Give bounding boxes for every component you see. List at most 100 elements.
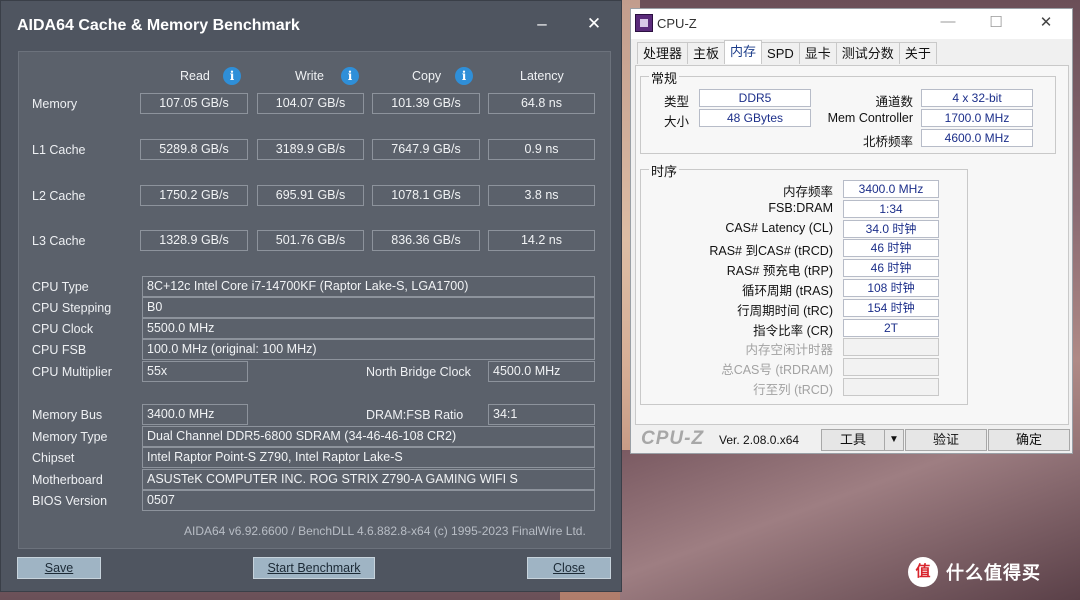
close-button[interactable]: Close — [527, 557, 611, 579]
aida64-window: AIDA64 Cache & Memory Benchmark – ✕ Read… — [0, 0, 622, 592]
close-icon[interactable]: ✕ — [583, 13, 605, 35]
window-title: AIDA64 Cache & Memory Benchmark — [17, 17, 300, 34]
motherboard-value: ASUSTeK COMPUTER INC. ROG STRIX Z790-A G… — [142, 469, 595, 490]
cpu-multiplier-value: 55x — [142, 361, 248, 382]
memory-read: 107.05 GB/s — [140, 93, 248, 114]
cpu-stepping-value: B0 — [142, 297, 595, 318]
type-value: DDR5 — [699, 89, 811, 107]
tab-cpu[interactable]: 处理器 — [637, 42, 689, 64]
memory-bus-label: Memory Bus — [32, 408, 103, 422]
cpu-clock-value: 5500.0 MHz — [142, 318, 595, 339]
timing-value: 46 时钟 — [843, 239, 939, 258]
timing-label: 行至列 (tRCD) — [753, 383, 833, 397]
close-icon[interactable]: ✕ — [1031, 13, 1061, 31]
info-icon[interactable]: i — [223, 67, 241, 85]
size-value: 48 GBytes — [699, 109, 811, 127]
tab-bench[interactable]: 测试分数 — [835, 42, 900, 64]
close-label: Close — [553, 561, 585, 575]
type-label: 类型 — [663, 95, 689, 109]
benchmark-panel: Read i Write i Copy i Latency Memory 107… — [18, 51, 611, 549]
l2-write: 695.91 GB/s — [257, 185, 364, 206]
general-group: 常规 类型 DDR5 大小 48 GBytes 通道数 4 x 32-bit M… — [640, 68, 1056, 154]
l2-latency: 3.8 ns — [488, 185, 595, 206]
tab-about[interactable]: 关于 — [898, 42, 937, 64]
save-button[interactable]: Save — [17, 557, 101, 579]
timings-group: 时序 内存频率 3400.0 MHz FSB:DRAM 1:34 CAS# Latenc… — [640, 161, 968, 405]
memory-tab-panel: 常规 类型 DDR5 大小 48 GBytes 通道数 4 x 32-bit M… — [635, 65, 1069, 425]
tools-button[interactable]: 工具 — [821, 429, 885, 451]
chipset-label: Chipset — [32, 451, 75, 465]
timing-value: 1:34 — [843, 199, 939, 218]
cpu-fsb-value: 100.0 MHz (original: 100 MHz) — [142, 339, 595, 360]
validate-button[interactable]: 验证 — [905, 429, 987, 451]
nb-frequency-value: 4600.0 MHz — [921, 129, 1033, 147]
l3-read: 1328.9 GB/s — [140, 230, 248, 251]
info-icon[interactable]: i — [455, 67, 473, 85]
aida-footer: AIDA64 v6.92.6600 / BenchDLL 4.6.882.8-x… — [184, 524, 586, 538]
bios-value: 0507 — [142, 490, 595, 511]
channels-value: 4 x 32-bit — [921, 89, 1033, 107]
cpuz-logo-icon — [635, 14, 653, 32]
timing-label: RAS# 预充电 (tRP) — [726, 264, 833, 279]
l3-latency: 14.2 ns — [488, 230, 595, 251]
cpu-stepping-label: CPU Stepping — [32, 301, 112, 315]
watermark-badge: 值 — [908, 557, 938, 587]
channels-label: 通道数 — [875, 95, 913, 109]
cpuz-bottom-bar: CPU-Z Ver. 2.08.0.x64 工具 ▼ 验证 确定 — [635, 428, 1070, 451]
timing-value: 3400.0 MHz — [843, 180, 939, 198]
timing-value — [843, 358, 939, 377]
start-benchmark-label: Start Benchmark — [267, 561, 361, 575]
start-benchmark-button[interactable]: Start Benchmark — [253, 557, 375, 579]
l3-write: 501.76 GB/s — [257, 230, 364, 251]
motherboard-label: Motherboard — [32, 473, 103, 487]
nb-clock-label: North Bridge Clock — [366, 365, 471, 379]
general-legend: 常规 — [649, 68, 680, 87]
timing-value: 46 时钟 — [843, 259, 939, 278]
tab-mainboard[interactable]: 主板 — [687, 42, 726, 64]
watermark: 值 什么值得买 — [908, 557, 1041, 587]
chipset-value: Intel Raptor Point-S Z790, Intel Raptor … — [142, 447, 595, 468]
cpuz-version: Ver. 2.08.0.x64 — [719, 433, 800, 447]
row-label: L2 Cache — [32, 189, 86, 203]
timing-value: 34.0 时钟 — [843, 219, 939, 238]
row-label: Memory — [32, 97, 78, 111]
l1-copy: 7647.9 GB/s — [372, 139, 480, 160]
tab-memory[interactable]: 内存 — [724, 40, 763, 64]
timing-value: 2T — [843, 318, 939, 337]
memory-copy: 101.39 GB/s — [372, 93, 480, 114]
size-label: 大小 — [663, 115, 689, 129]
maximize-icon[interactable]: ☐ — [981, 13, 1011, 31]
minimize-icon[interactable]: — — [933, 13, 963, 30]
col-copy: Copy — [412, 69, 442, 83]
aida64-titlebar[interactable]: AIDA64 Cache & Memory Benchmark – ✕ — [1, 1, 621, 51]
dropdown-arrow-icon[interactable]: ▼ — [884, 429, 904, 451]
memory-type-label: Memory Type — [32, 430, 108, 444]
cpuz-brand: CPU-Z — [641, 428, 705, 449]
memory-latency: 64.8 ns — [488, 93, 595, 114]
tab-spd[interactable]: SPD — [761, 42, 800, 64]
timing-label: 内存空闲计时器 — [745, 343, 833, 358]
memory-write: 104.07 GB/s — [257, 93, 364, 114]
timing-label: 总CAS号 (tRDRAM) — [721, 363, 833, 378]
timing-label: 行周期时间 (tRC) — [737, 303, 833, 318]
cpu-multiplier-label: CPU Multiplier — [32, 365, 112, 379]
row-label: L3 Cache — [32, 234, 86, 248]
nb-frequency-label: 北桥频率 — [862, 135, 913, 149]
cpu-clock-label: CPU Clock — [32, 322, 94, 336]
nb-clock-value: 4500.0 MHz — [488, 361, 595, 382]
tab-graphics[interactable]: 显卡 — [798, 42, 837, 64]
col-latency: Latency — [520, 69, 564, 83]
cpuz-titlebar[interactable]: CPU-Z — ☐ ✕ — [631, 9, 1072, 39]
info-icon[interactable]: i — [341, 67, 359, 85]
timing-value: 154 时钟 — [843, 298, 939, 317]
mem-controller-value: 1700.0 MHz — [921, 109, 1033, 127]
minimize-icon[interactable]: – — [531, 13, 553, 35]
timing-label: FSB:DRAM — [768, 200, 833, 215]
timing-label: 循环周期 (tRAS) — [742, 284, 833, 298]
timing-value: 108 时钟 — [843, 279, 939, 297]
l1-read: 5289.8 GB/s — [140, 139, 248, 160]
ok-button[interactable]: 确定 — [988, 429, 1070, 451]
save-label: Save — [44, 561, 74, 575]
timing-label: CAS# Latency (CL) — [725, 220, 833, 235]
l3-copy: 836.36 GB/s — [372, 230, 480, 251]
